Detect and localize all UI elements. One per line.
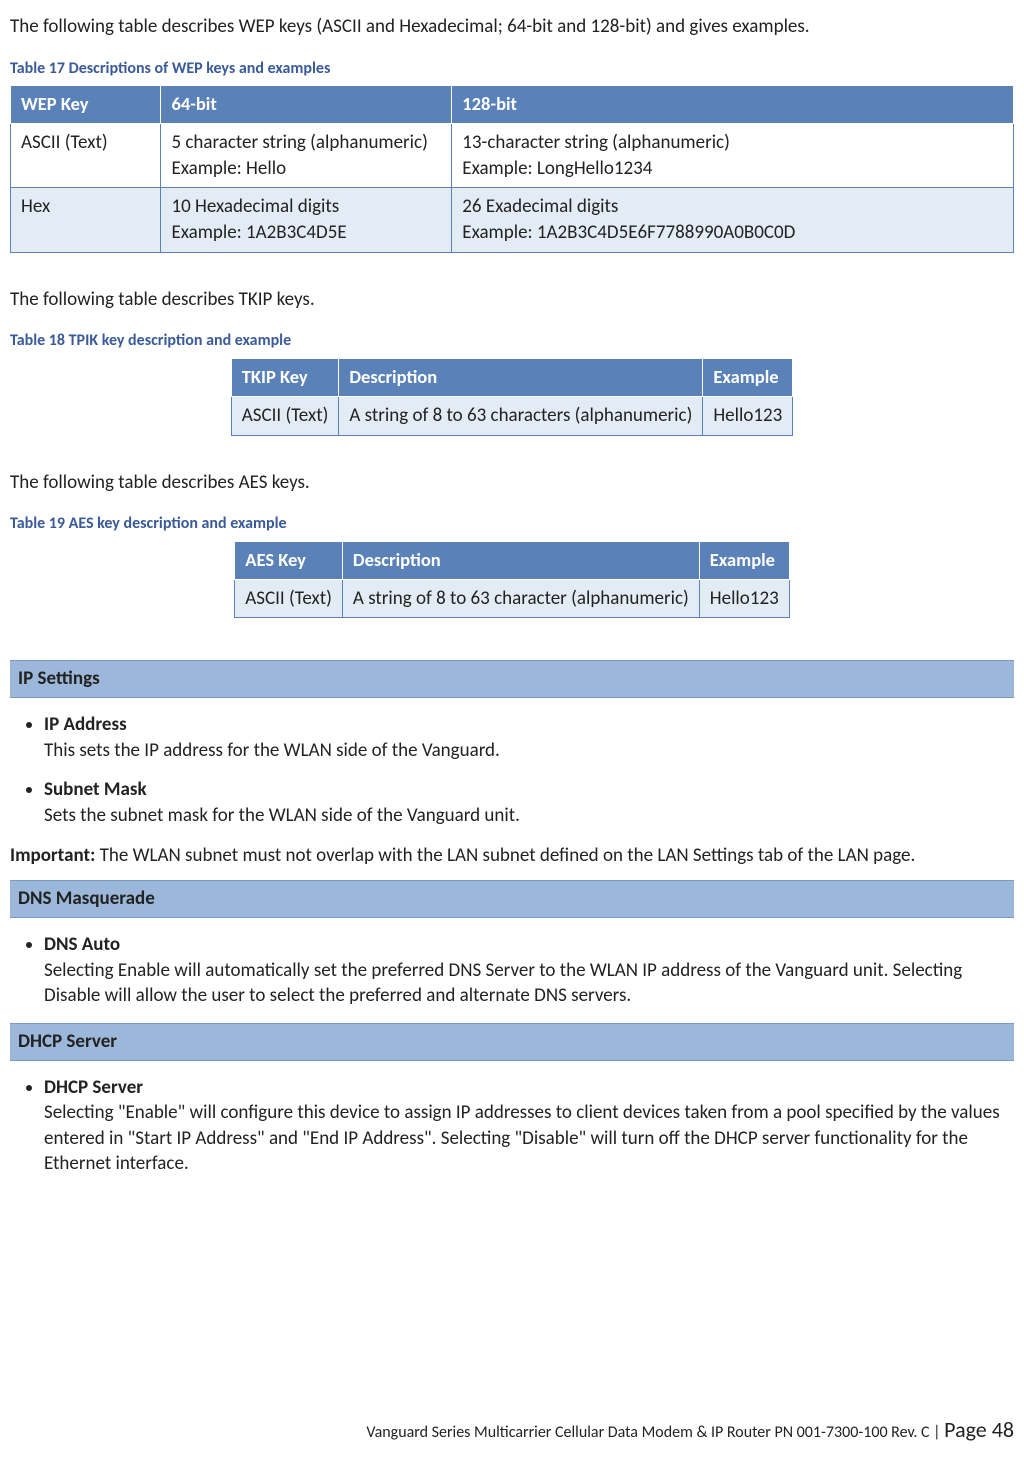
th-example: Example xyxy=(703,359,793,397)
section-heading-ip-settings: IP Settings xyxy=(10,660,1014,698)
page-footer: Vanguard Series Multicarrier Cellular Da… xyxy=(366,1415,1014,1445)
list-ip-settings: IP Address This sets the IP address for … xyxy=(10,712,1014,829)
table-tkip: TKIP Key Description Example ASCII (Text… xyxy=(231,358,794,436)
table-header-row: WEP Key 64-bit 128-bit xyxy=(11,86,1014,124)
cell-description: A string of 8 to 63 character (alphanume… xyxy=(342,579,699,618)
cell-line: Example: 1A2B3C4D5E xyxy=(171,220,441,246)
item-body: Sets the subnet mask for the WLAN side o… xyxy=(44,803,1014,829)
caption-table-18: Table 18 TPIK key description and exampl… xyxy=(10,330,1014,352)
th-aes-key: AES Key xyxy=(235,541,343,579)
section-heading-dns-masquerade: DNS Masquerade xyxy=(10,880,1014,918)
caption-table-19: Table 19 AES key description and example xyxy=(10,513,1014,535)
paragraph-wep-intro: The following table describes WEP keys (… xyxy=(10,14,1014,40)
footer-sep: | xyxy=(930,1423,945,1442)
th-tkip-key: TKIP Key xyxy=(231,359,339,397)
item-title: DNS Auto xyxy=(44,932,1014,958)
th-128bit: 128-bit xyxy=(452,86,1014,124)
item-body: Selecting Enable will automatically set … xyxy=(44,958,1014,1009)
item-title: Subnet Mask xyxy=(44,777,1014,803)
section-heading-dhcp-server: DHCP Server xyxy=(10,1023,1014,1061)
list-item: Subnet Mask Sets the subnet mask for the… xyxy=(44,777,1014,828)
cell-aes-key: ASCII (Text) xyxy=(235,579,343,618)
important-label: Important: xyxy=(10,844,95,867)
cell-line: 10 Hexadecimal digits xyxy=(171,194,441,220)
cell-line: Example: Hello xyxy=(171,156,441,182)
cell-line: 5 character string (alphanumeric) xyxy=(171,130,441,156)
table-row: ASCII (Text) 5 character string (alphanu… xyxy=(11,124,1014,188)
table-row: ASCII (Text) A string of 8 to 63 charact… xyxy=(231,396,793,435)
cell-wep-key: Hex xyxy=(11,188,161,252)
cell-line: Example: 1A2B3C4D5E6F7788990A0B0C0D xyxy=(462,220,1003,246)
list-dns: DNS Auto Selecting Enable will automatic… xyxy=(10,932,1014,1009)
item-body: This sets the IP address for the WLAN si… xyxy=(44,738,1014,764)
cell-line: 13-character string (alphanumeric) xyxy=(462,130,1003,156)
paragraph-tkip-intro: The following table describes TKIP keys. xyxy=(10,287,1014,313)
list-item: IP Address This sets the IP address for … xyxy=(44,712,1014,763)
cell-line: Example: LongHello1234 xyxy=(462,156,1003,182)
list-dhcp: DHCP Server Selecting "Enable" will conf… xyxy=(10,1075,1014,1178)
caption-table-17: Table 17 Descriptions of WEP keys and ex… xyxy=(10,58,1014,80)
footer-text: Vanguard Series Multicarrier Cellular Da… xyxy=(366,1423,929,1442)
page-number: Page 48 xyxy=(944,1416,1014,1443)
table-aes: AES Key Description Example ASCII (Text)… xyxy=(234,541,789,619)
cell-128bit: 13-character string (alphanumeric) Examp… xyxy=(452,124,1014,188)
item-title: DHCP Server xyxy=(44,1075,1014,1101)
cell-example: Hello123 xyxy=(703,396,793,435)
cell-tkip-key: ASCII (Text) xyxy=(231,396,339,435)
cell-128bit: 26 Exadecimal digits Example: 1A2B3C4D5E… xyxy=(452,188,1014,252)
th-description: Description xyxy=(339,359,703,397)
th-example: Example xyxy=(699,541,789,579)
item-title: IP Address xyxy=(44,712,1014,738)
cell-example: Hello123 xyxy=(699,579,789,618)
cell-description: A string of 8 to 63 characters (alphanum… xyxy=(339,396,703,435)
table-header-row: TKIP Key Description Example xyxy=(231,359,793,397)
cell-wep-key: ASCII (Text) xyxy=(11,124,161,188)
list-item: DHCP Server Selecting "Enable" will conf… xyxy=(44,1075,1014,1178)
cell-line: 26 Exadecimal digits xyxy=(462,194,1003,220)
important-text: The WLAN subnet must not overlap with th… xyxy=(95,844,915,867)
cell-64bit: 10 Hexadecimal digits Example: 1A2B3C4D5… xyxy=(161,188,452,252)
th-description: Description xyxy=(342,541,699,579)
important-note: Important: The WLAN subnet must not over… xyxy=(10,843,1014,869)
cell-64bit: 5 character string (alphanumeric) Exampl… xyxy=(161,124,452,188)
paragraph-aes-intro: The following table describes AES keys. xyxy=(10,470,1014,496)
table-row: ASCII (Text) A string of 8 to 63 charact… xyxy=(235,579,789,618)
th-64bit: 64-bit xyxy=(161,86,452,124)
item-body: Selecting "Enable" will configure this d… xyxy=(44,1100,1014,1177)
list-item: DNS Auto Selecting Enable will automatic… xyxy=(44,932,1014,1009)
th-wep-key: WEP Key xyxy=(11,86,161,124)
table-wep: WEP Key 64-bit 128-bit ASCII (Text) 5 ch… xyxy=(10,85,1014,253)
table-row: Hex 10 Hexadecimal digits Example: 1A2B3… xyxy=(11,188,1014,252)
table-header-row: AES Key Description Example xyxy=(235,541,789,579)
